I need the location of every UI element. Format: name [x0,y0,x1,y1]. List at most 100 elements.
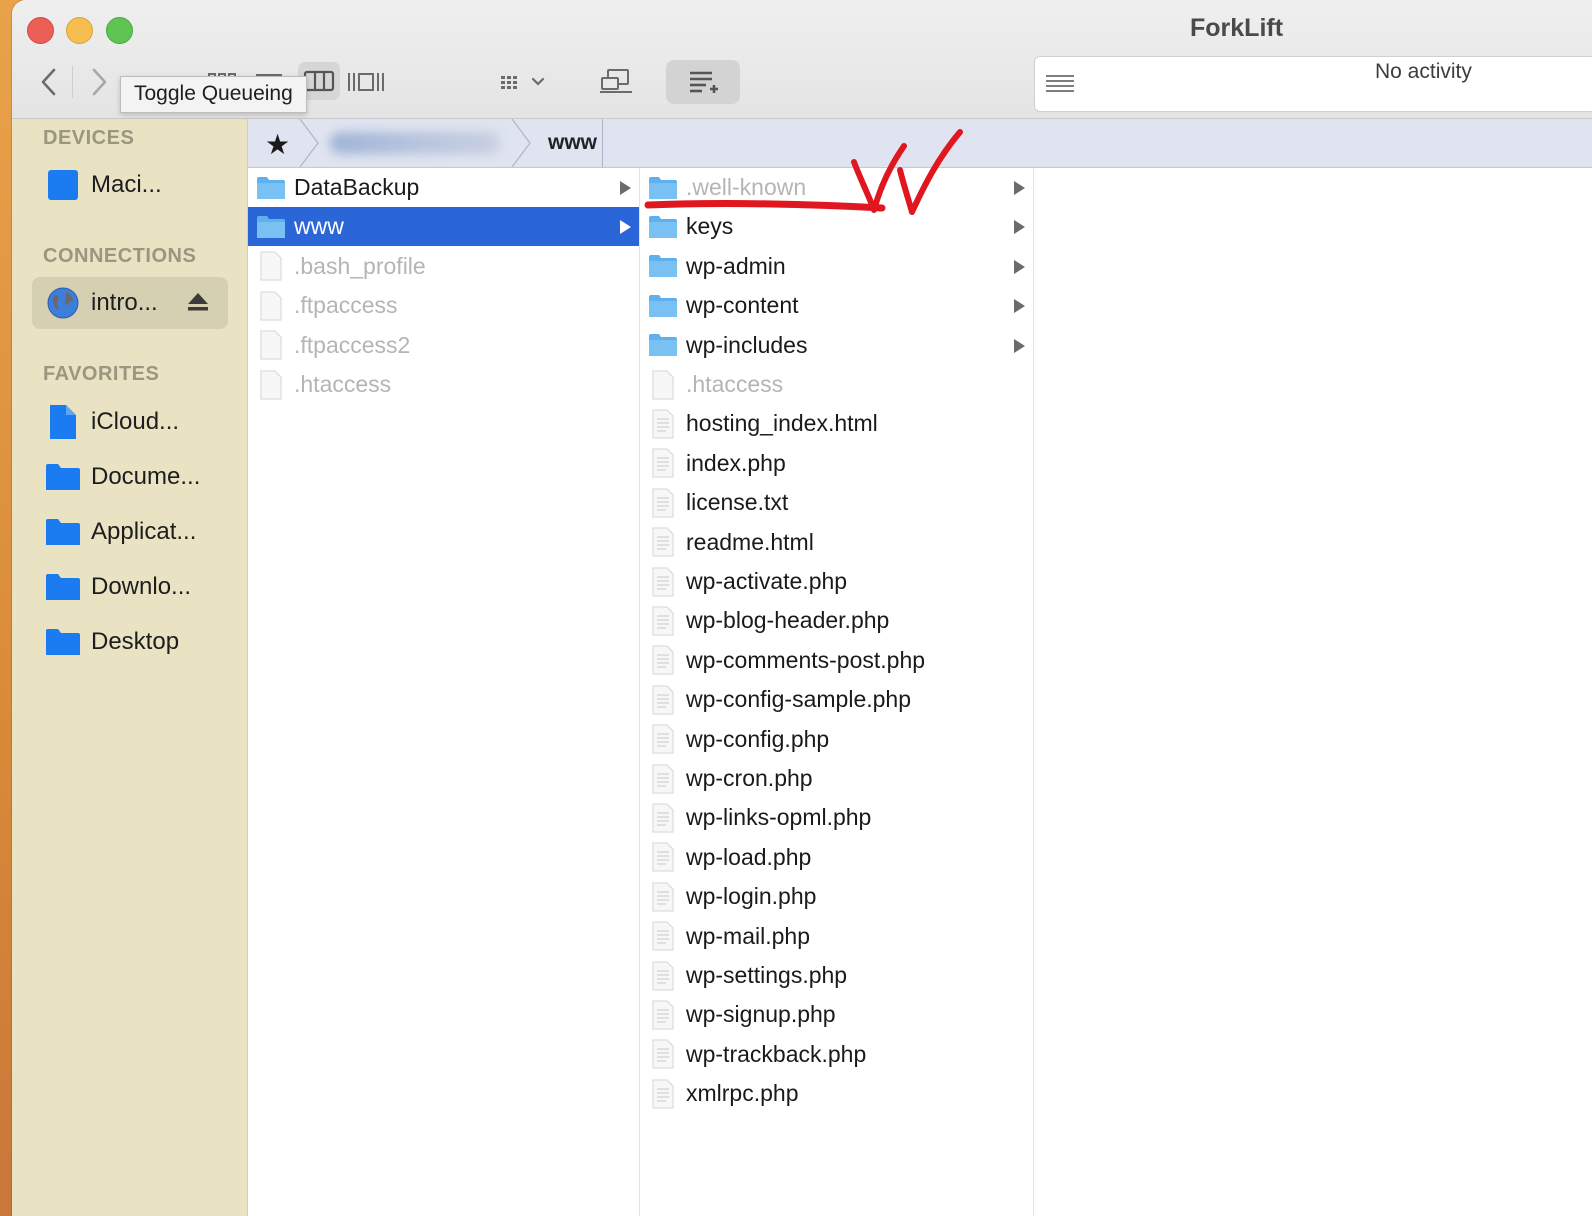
file-row[interactable]: readme.html [640,523,1033,562]
file-name: readme.html [686,528,814,555]
folder-row[interactable]: .well-known [640,168,1033,207]
file-name: .bash_profile [294,252,426,279]
file-icon [648,803,678,833]
file-icon [648,1039,678,1069]
folder-row[interactable]: DataBackup [248,168,639,207]
file-row[interactable]: wp-config-sample.php [640,680,1033,719]
folder-row[interactable]: keys [640,207,1033,246]
file-icon [648,488,678,518]
file-name: wp-mail.php [686,922,810,949]
favorite-star-icon[interactable]: ★ [265,128,290,161]
activity-list-icon[interactable] [1045,71,1075,100]
file-icon [256,291,286,321]
disclosure-arrow-icon [618,219,632,240]
column-view-icon [303,70,335,92]
file-icon [648,645,678,675]
breadcrumb-current[interactable]: www [536,119,609,167]
connect-button[interactable] [596,62,636,102]
file-row[interactable]: wp-mail.php [640,917,1033,956]
sidebar-header-connections: CONNECTIONS [43,245,197,267]
eject-icon[interactable] [186,291,210,318]
file-row[interactable]: .htaccess [640,365,1033,404]
file-icon [256,330,286,360]
file-row[interactable]: wp-config.php [640,720,1033,759]
zoom-window-button[interactable] [106,17,133,44]
back-button[interactable] [34,64,64,100]
toggle-queueing-button[interactable] [666,60,740,104]
forklift-window: ForkLift Toggle Queueing No activity DEV… [12,0,1592,1216]
file-icon [648,1079,678,1109]
sidebar: DEVICES Maci... CONNECTIONS intro... FAV… [12,119,248,1216]
file-icon [648,567,678,597]
file-row[interactable]: .htaccess [248,365,639,404]
activity-panel[interactable]: No activity [1034,56,1592,112]
file-name: wp-admin [686,252,786,279]
file-name: xmlrpc.php [686,1080,799,1107]
column-root: DataBackup www .bash_profile .ftpaccess .ftp… [248,168,640,1216]
chevron-right-icon [92,68,107,96]
folder-icon [44,572,82,602]
sidebar-item-documents[interactable]: Docume... [32,451,228,503]
folder-icon [648,175,678,201]
file-icon [648,1000,678,1030]
tooltip: Toggle Queueing [120,76,307,113]
folder-icon [256,175,286,201]
sidebar-item-label: Downlo... [91,573,192,600]
file-row[interactable]: .bash_profile [248,247,639,286]
file-row[interactable]: wp-trackback.php [640,1035,1033,1074]
disclosure-arrow-icon [618,180,632,201]
file-name: wp-login.php [686,883,817,910]
file-name: wp-activate.php [686,568,848,594]
sidebar-item-desktop[interactable]: Desktop [32,616,228,668]
file-row[interactable]: wp-comments-post.php [640,641,1033,680]
breadcrumb-host-blurred[interactable] [320,119,510,167]
folder-row[interactable]: www [248,207,639,247]
sidebar-item-label: Applicat... [91,518,197,545]
close-window-button[interactable] [27,17,54,44]
file-row[interactable]: xmlrpc.php [640,1074,1033,1113]
file-icon [648,409,678,439]
file-name: keys [686,213,734,240]
sidebar-item-downloads[interactable]: Downlo... [32,561,228,613]
file-icon [648,527,678,557]
sidebar-item-icloud[interactable]: iCloud... [32,396,228,448]
column-www: .well-known keys wp-admin wp-content wp-incl… [640,168,1034,1216]
minimize-window-button[interactable] [66,17,93,44]
file-row[interactable]: wp-settings.php [640,956,1033,995]
sidebar-item-applications[interactable]: Applicat... [32,506,228,558]
sidebar-item-label: iCloud... [91,408,180,435]
file-row[interactable]: wp-cron.php [640,759,1033,798]
file-name: wp-signup.php [686,1001,836,1028]
sidebar-item-label: intro... [91,289,158,316]
sidebar-item-connection[interactable]: intro... [32,277,228,329]
file-row[interactable]: wp-signup.php [640,995,1033,1034]
file-row[interactable]: wp-load.php [640,838,1033,877]
breadcrumb-end [602,119,603,167]
sidebar-item-macintosh-hd[interactable]: Maci... [32,159,228,211]
file-name: DataBackup [294,174,420,200]
file-name: wp-settings.php [686,962,848,988]
cover-flow-button[interactable] [346,64,386,100]
file-row[interactable]: .ftpaccess2 [248,326,639,365]
file-name: wp-content [686,292,799,319]
folder-icon [648,214,678,240]
file-name: .ftpaccess [294,292,398,319]
folder-row[interactable]: wp-includes [640,326,1033,365]
file-row[interactable]: license.txt [640,483,1033,522]
file-name: wp-links-opml.php [686,804,872,831]
file-row[interactable]: wp-activate.php [640,562,1033,601]
breadcrumb-separator [299,119,319,167]
file-row[interactable]: wp-login.php [640,877,1033,916]
folder-row[interactable]: wp-content [640,286,1033,325]
forward-button[interactable] [84,64,114,100]
file-row[interactable]: index.php [640,444,1033,483]
file-row[interactable]: .ftpaccess [248,286,639,325]
file-row[interactable]: wp-links-opml.php [640,798,1033,837]
file-icon [648,448,678,478]
group-by-button[interactable] [496,64,550,100]
file-row[interactable]: hosting_index.html [640,404,1033,443]
file-row[interactable]: wp-blog-header.php [640,601,1033,640]
file-name: .htaccess [686,371,784,397]
file-name: wp-config-sample.php [686,686,912,713]
folder-row[interactable]: wp-admin [640,247,1033,286]
